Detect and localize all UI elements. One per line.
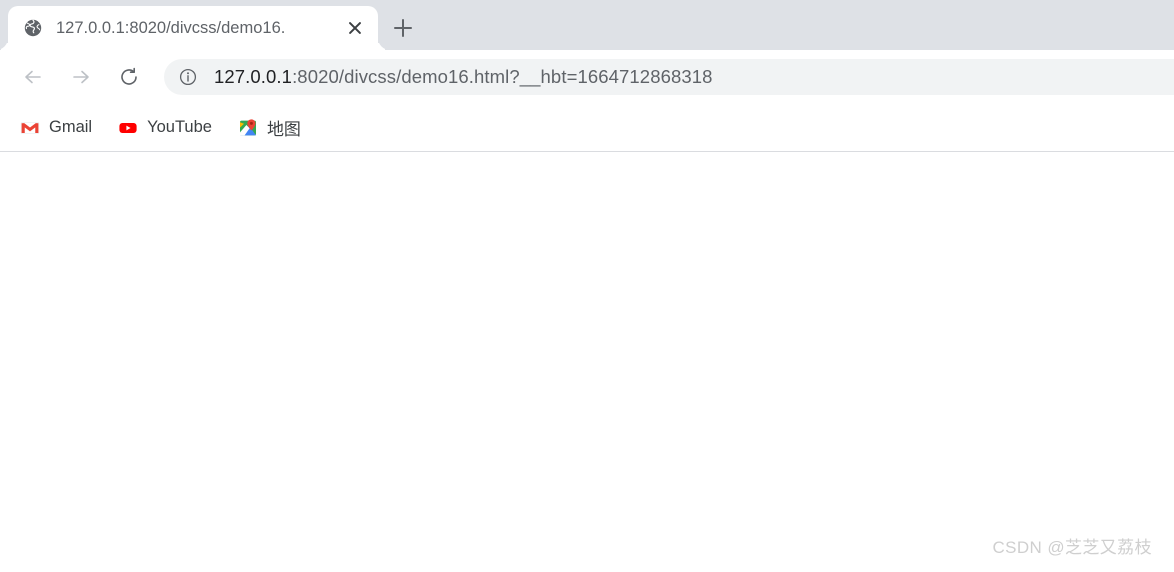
address-bar[interactable]: 127.0.0.1:8020/divcss/demo16.html?__hbt=…	[164, 59, 1174, 95]
back-button[interactable]	[16, 60, 50, 94]
browser-toolbar: 127.0.0.1:8020/divcss/demo16.html?__hbt=…	[0, 50, 1174, 104]
tab-title-fade	[304, 16, 338, 40]
info-circle-icon[interactable]	[178, 67, 198, 87]
browser-tab[interactable]: 127.0.0.1:8020/divcss/demo16.	[8, 6, 378, 50]
bookmark-label: Gmail	[49, 118, 93, 136]
bookmarks-bar: Gmail YouTube 地图	[0, 104, 1174, 152]
arrow-left-icon	[22, 66, 44, 88]
new-tab-button[interactable]	[386, 11, 420, 45]
page-content: CSDN @芝芝又荔枝	[0, 153, 1174, 572]
close-icon[interactable]	[344, 17, 366, 39]
youtube-icon	[118, 118, 138, 138]
url-host: 127.0.0.1	[214, 66, 293, 87]
bookmark-gmail[interactable]: Gmail	[12, 113, 100, 143]
url-path: :8020/divcss/demo16.html?__hbt=166471286…	[292, 66, 713, 87]
address-bar-text: 127.0.0.1:8020/divcss/demo16.html?__hbt=…	[214, 66, 713, 88]
reload-button[interactable]	[112, 60, 146, 94]
arrow-right-icon	[70, 66, 92, 88]
reload-icon	[118, 66, 140, 88]
forward-button[interactable]	[64, 60, 98, 94]
tab-title: 127.0.0.1:8020/divcss/demo16.	[56, 19, 286, 37]
watermark: CSDN @芝芝又荔枝	[992, 538, 1152, 557]
gmail-icon	[20, 118, 40, 138]
google-maps-icon	[238, 118, 258, 138]
tab-strip: 127.0.0.1:8020/divcss/demo16.	[0, 0, 1174, 50]
bookmark-label: 地图	[266, 120, 301, 139]
bookmark-label: YouTube	[147, 118, 212, 136]
globe-icon	[24, 19, 42, 37]
bookmark-youtube[interactable]: YouTube	[110, 113, 220, 143]
bookmark-maps[interactable]: 地图	[230, 113, 309, 143]
tab-title-container: 127.0.0.1:8020/divcss/demo16.	[56, 16, 338, 40]
